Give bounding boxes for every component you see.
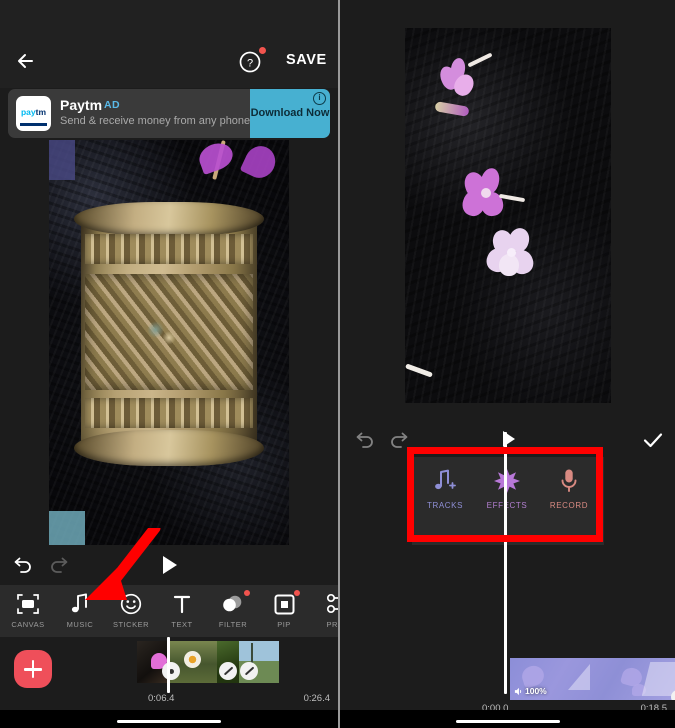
left-video-corner-tl [49,140,75,180]
microphone-icon [559,467,579,495]
left-panel: ? SAVE pay tm Paytm AD Send & receive mon… [0,0,338,728]
ad-cta-label: Download Now [250,107,330,120]
left-video-frame [49,140,289,545]
tool-label: RECORD [549,501,589,510]
ad-icon-text-2: tm [35,106,47,117]
transition-button[interactable] [240,662,258,680]
left-video-corner-bl [49,511,85,545]
preset-icon [326,591,338,617]
transition-button[interactable] [219,662,237,680]
tool-label: CANVAS [11,620,45,629]
right-panel: TRACKS EFFECTS RECORD 100% 0:00.0 0:18.5 [340,0,675,728]
right-playhead[interactable] [504,432,507,694]
left-header: ? SAVE [0,0,338,88]
svg-text:?: ? [247,58,253,70]
tool-label: PRE [326,620,338,629]
left-clip-track[interactable] [137,641,279,683]
tool-tracks[interactable]: TRACKS [414,467,476,510]
tool-sticker[interactable]: STICKER [105,588,157,636]
current-time: 0:06.4 [148,693,175,704]
left-timeline: 0:06.4 0:26.4 [0,637,338,728]
tool-record[interactable]: RECORD [538,467,600,510]
checkmark-icon[interactable] [642,429,664,451]
flower-bottom [482,225,541,280]
right-video-frame [404,27,611,403]
starburst-icon [494,467,520,495]
tool-label: STICKER [112,620,149,629]
clip-volume-value: 100% [525,686,547,696]
flower-middle [459,165,525,220]
filter-badge-dot [244,590,250,596]
tool-label: FILTER [218,620,248,629]
play-icon[interactable] [160,554,180,576]
audio-video-clip[interactable]: 100% [510,658,675,700]
tool-text[interactable]: TEXT [156,588,208,636]
left-playback-bar [0,545,338,585]
filter-circles-icon [221,590,250,617]
play-icon[interactable] [500,429,518,449]
tool-preset[interactable]: PRE [309,588,338,636]
tool-label: PIP [277,620,291,629]
redo-icon[interactable] [388,429,410,451]
undo-icon[interactable] [12,554,34,576]
right-timeline: 100% 0:00.0 0:18.5 [340,645,675,728]
help-circle-icon[interactable]: ? [238,50,262,74]
pip-square-icon [274,590,300,617]
text-t-icon [172,591,192,617]
right-system-navbar [340,710,675,728]
playhead[interactable] [167,637,170,693]
tool-canvas[interactable]: CANVAS [2,588,54,636]
ad-title: Paytm [60,97,103,113]
canvas-icon [17,591,39,617]
save-button[interactable]: SAVE [286,52,327,68]
right-playback-bar [340,425,675,457]
left-video-preview [0,140,338,545]
audio-tool-panel: TRACKS EFFECTS RECORD [412,457,604,545]
ad-label: AD [104,99,120,111]
ad-info-icon[interactable]: i [313,92,326,105]
back-arrow-icon[interactable] [14,48,40,74]
tool-music[interactable]: MUSIC [54,588,106,636]
ad-icon-text-1: pay [20,106,36,117]
undo-icon[interactable] [354,429,376,451]
ad-subtitle: Send & receive money from any phone ... [60,115,263,127]
tool-label: TEXT [171,620,193,629]
pip-badge-dot [293,590,300,596]
tool-label: TRACKS [426,501,464,510]
tool-pip[interactable]: PIP [258,588,310,636]
flower-top [436,52,493,100]
ad-app-icon: pay tm [16,96,51,131]
tool-label: MUSIC [66,620,94,629]
sticker-smiley-icon [120,591,142,617]
left-system-navbar [0,710,338,728]
redo-icon[interactable] [48,554,70,576]
help-badge-dot [259,47,266,54]
speaker-icon [514,687,522,695]
right-video-preview [340,0,675,420]
clip-volume-badge: 100% [514,686,547,696]
left-tool-toolbar: CANVAS MUSIC STICKER TEXT FILTER PIP PR [0,585,338,637]
ad-banner[interactable]: pay tm Paytm AD Send & receive money from… [8,89,330,138]
tool-effects[interactable]: EFFECTS [476,467,538,510]
total-time: 0:26.4 [303,693,330,704]
music-note-plus-icon [433,467,457,495]
tool-label: EFFECTS [486,501,528,510]
ad-download-button[interactable]: Download Now i [250,89,330,138]
tool-filter[interactable]: FILTER [207,588,259,636]
app-screen: ? SAVE pay tm Paytm AD Send & receive mon… [0,0,675,728]
add-media-button[interactable] [14,650,52,688]
left-video-carved-pot [74,202,264,466]
music-note-icon [70,591,90,617]
transition-button[interactable] [162,662,180,680]
